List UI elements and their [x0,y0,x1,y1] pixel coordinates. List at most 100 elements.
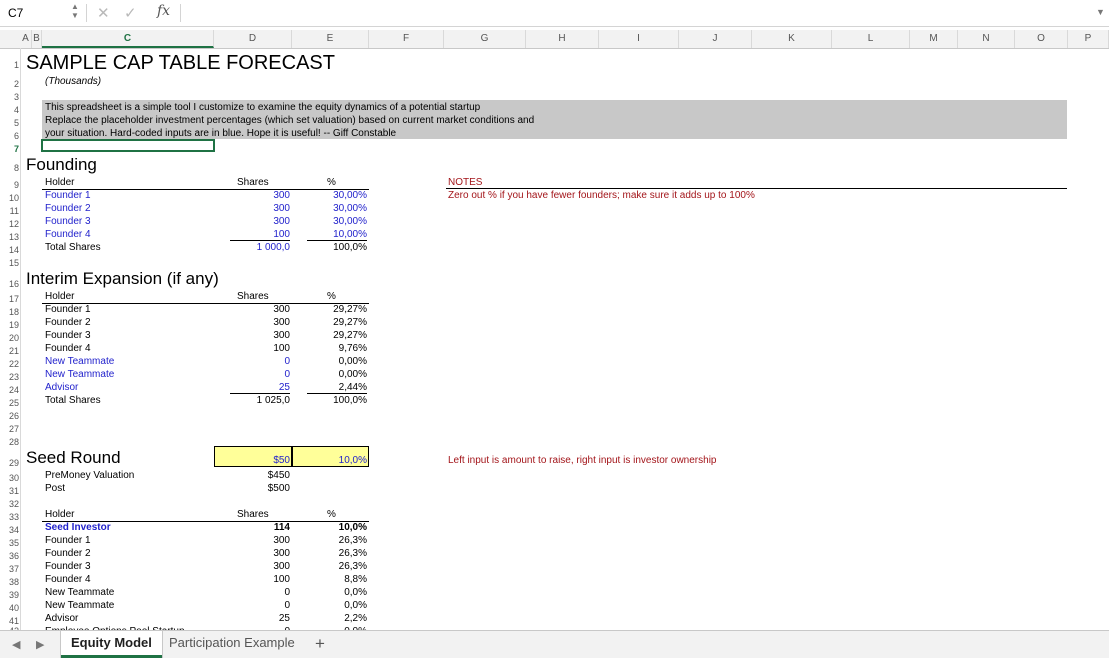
row-header-21[interactable]: 21 [0,346,19,356]
percent-cell[interactable]: 26,3% [307,548,367,559]
column-header-b[interactable]: B [32,30,42,48]
percent-cell[interactable]: 29,27% [307,330,367,341]
holder-cell[interactable]: Founder 3 [45,561,91,572]
shares-cell[interactable]: 25 [230,613,290,624]
row-header-38[interactable]: 38 [0,577,19,587]
shares-cell[interactable]: 114 [230,522,290,533]
holder-cell[interactable]: Founder 1 [45,535,91,546]
holder-cell[interactable]: Founder 2 [45,203,91,214]
row-header-11[interactable]: 11 [0,206,19,216]
percent-cell[interactable]: 0,00% [307,356,367,367]
percent-cell[interactable]: 10,0% [307,522,367,533]
insert-function-icon[interactable]: fx [157,3,170,19]
row-header-24[interactable]: 24 [0,385,19,395]
row-header-28[interactable]: 28 [0,437,19,447]
percent-cell[interactable]: 8,8% [307,574,367,585]
column-header-d[interactable]: D [214,30,292,48]
shares-cell[interactable]: 0 [230,356,290,367]
holder-cell[interactable]: Founder 2 [45,317,91,328]
percent-cell[interactable]: 29,27% [307,317,367,328]
column-header-o[interactable]: O [1015,30,1068,48]
percent-cell[interactable]: 0,0% [307,587,367,598]
row-header-3[interactable]: 3 [0,92,19,102]
holder-cell[interactable]: Founder 4 [45,343,91,354]
percent-cell[interactable]: 2,44% [307,382,367,394]
prev-sheet-icon[interactable]: ◀ [12,638,20,651]
holder-cell[interactable]: New Teammate [45,369,114,380]
shares-cell[interactable]: 300 [230,190,290,201]
row-header-17[interactable]: 17 [0,294,19,304]
column-header-e[interactable]: E [292,30,369,48]
holder-cell[interactable]: Founder 2 [45,548,91,559]
row-header-7[interactable]: 7 [0,144,19,154]
name-box-stepper-icon[interactable]: ▲ ▼ [70,2,80,22]
column-header-g[interactable]: G [444,30,526,48]
row-header-6[interactable]: 6 [0,131,19,141]
column-header-k[interactable]: K [752,30,832,48]
row-header-29[interactable]: 29 [0,458,19,468]
row-header-16[interactable]: 16 [0,279,19,289]
percent-cell[interactable]: 26,3% [307,561,367,572]
column-header-a[interactable]: A [20,30,32,48]
column-header-l[interactable]: L [832,30,910,48]
cancel-icon[interactable]: ✕ [97,4,110,22]
holder-cell[interactable]: New Teammate [45,587,114,598]
shares-cell[interactable]: 0 [230,587,290,598]
column-header-i[interactable]: I [599,30,679,48]
active-cell-c7[interactable] [41,139,215,152]
percent-cell[interactable]: 30,00% [307,190,367,201]
row-header-10[interactable]: 10 [0,193,19,203]
enter-icon[interactable]: ✓ [124,4,137,22]
column-header-j[interactable]: J [679,30,752,48]
percent-cell[interactable]: 30,00% [307,203,367,214]
shares-cell[interactable]: 100 [230,229,290,241]
column-header-p[interactable]: P [1068,30,1109,48]
row-header-37[interactable]: 37 [0,564,19,574]
holder-cell[interactable]: Founder 3 [45,216,91,227]
row-header-18[interactable]: 18 [0,307,19,317]
row-header-32[interactable]: 32 [0,499,19,509]
shares-cell[interactable]: 300 [230,304,290,315]
row-header-40[interactable]: 40 [0,603,19,613]
row-header-35[interactable]: 35 [0,538,19,548]
column-header-h[interactable]: H [526,30,599,48]
shares-cell[interactable]: 300 [230,535,290,546]
row-header-9[interactable]: 9 [0,180,19,190]
row-header-22[interactable]: 22 [0,359,19,369]
holder-cell[interactable]: Founder 1 [45,190,91,201]
row-header-1[interactable]: 1 [0,60,19,70]
percent-cell[interactable]: 0,0% [307,600,367,611]
holder-cell[interactable]: Founder 4 [45,574,91,585]
percent-cell[interactable]: 29,27% [307,304,367,315]
next-sheet-icon[interactable]: ▶ [36,638,44,651]
shares-cell[interactable]: 300 [230,203,290,214]
row-header-34[interactable]: 34 [0,525,19,535]
holder-cell[interactable]: Advisor [45,382,78,393]
row-header-30[interactable]: 30 [0,473,19,483]
shares-cell[interactable]: 25 [230,382,290,394]
percent-cell[interactable]: 2,2% [307,613,367,624]
row-header-19[interactable]: 19 [0,320,19,330]
holder-cell[interactable]: Founder 1 [45,304,91,315]
holder-cell[interactable]: Advisor [45,613,78,624]
column-header-m[interactable]: M [910,30,958,48]
shares-cell[interactable]: 300 [230,548,290,559]
shares-cell[interactable]: 300 [230,330,290,341]
row-header-31[interactable]: 31 [0,486,19,496]
holder-cell[interactable]: Founder 3 [45,330,91,341]
column-header-n[interactable]: N [958,30,1015,48]
holder-cell[interactable]: New Teammate [45,600,114,611]
tab-equity-model[interactable]: Equity Model [61,631,162,658]
holder-cell[interactable]: Seed Investor [45,522,111,533]
expand-formula-bar-icon[interactable]: ▼ [1096,7,1105,17]
row-header-41[interactable]: 41 [0,616,19,626]
shares-cell[interactable]: 300 [230,561,290,572]
row-header-2[interactable]: 2 [0,79,19,89]
row-header-27[interactable]: 27 [0,424,19,434]
row-header-14[interactable]: 14 [0,245,19,255]
percent-cell[interactable]: 30,00% [307,216,367,227]
holder-cell[interactable]: Founder 4 [45,229,91,240]
shares-cell[interactable]: 0 [230,369,290,380]
row-header-39[interactable]: 39 [0,590,19,600]
column-header-c[interactable]: C [42,30,214,48]
